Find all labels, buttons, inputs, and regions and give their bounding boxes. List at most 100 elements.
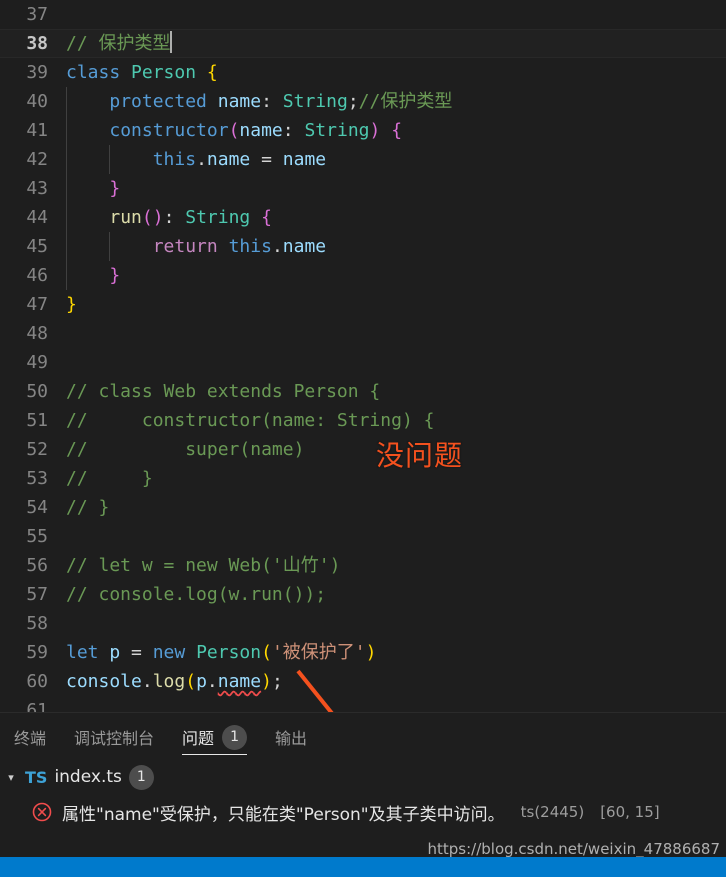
line-number: 57 <box>26 584 48 605</box>
code-token: ; <box>271 671 283 692</box>
problem-item[interactable]: 属性"name"受保护，只能在类"Person"及其子类中访问。 ts(2445… <box>0 793 726 831</box>
code-token: ( <box>185 671 197 692</box>
code-line[interactable]: 50 // class Web extends Person { <box>0 377 726 406</box>
code-line-content: run(): String { <box>66 203 272 232</box>
code-token: . <box>196 149 207 170</box>
problem-position: [60, 15] <box>600 803 660 821</box>
problems-file-row[interactable]: ▾ TS index.ts 1 <box>0 761 726 793</box>
line-number: 42 <box>26 149 48 170</box>
code-token: } <box>109 178 121 199</box>
line-number: 38 <box>26 33 48 54</box>
code-line-content: // super(name) <box>66 435 304 464</box>
code-line[interactable]: 54 // } <box>0 493 726 522</box>
code-token: //保护类型 <box>358 91 453 112</box>
code-line-content: constructor(name: String) { <box>66 116 402 145</box>
typescript-file-icon: TS <box>25 767 48 787</box>
panel-tab-label: 输出 <box>275 729 308 748</box>
code-line[interactable]: 38 // 保护类型 <box>0 29 726 58</box>
code-token: : <box>261 91 283 112</box>
code-line[interactable]: 49 <box>0 348 726 377</box>
code-line-content: this.name = name <box>66 145 326 174</box>
line-number: 61 <box>26 700 48 712</box>
code-token: ( <box>261 642 272 663</box>
line-number: 46 <box>26 265 48 286</box>
line-number: 56 <box>26 555 48 576</box>
code-token: } <box>66 294 77 315</box>
line-number: 53 <box>26 468 48 489</box>
code-line[interactable]: 48 <box>0 319 726 348</box>
code-line[interactable]: 56 // let w = new Web('山竹') <box>0 551 726 580</box>
code-token: { <box>391 120 403 141</box>
code-line[interactable]: 60 console.log(p.name); <box>0 667 726 696</box>
code-line-content: protected name: String;//保护类型 <box>66 87 452 116</box>
code-token: String <box>282 91 348 112</box>
code-token: name <box>282 236 327 257</box>
problem-message: 属性"name"受保护，只能在类"Person"及其子类中访问。 <box>62 804 505 825</box>
line-number: 52 <box>26 439 48 460</box>
code-line[interactable]: 61 <box>0 696 726 712</box>
chevron-down-icon[interactable]: ▾ <box>4 771 18 784</box>
code-token: name <box>282 149 327 170</box>
code-token: name <box>206 149 251 170</box>
panel-tab-bar: 终端 调试控制台 问题 1 输出 <box>0 713 726 761</box>
line-number: 51 <box>26 410 48 431</box>
code-token: : <box>282 120 305 141</box>
code-token: ; <box>347 91 359 112</box>
code-token: ) <box>261 671 272 692</box>
code-line[interactable]: 42 this.name = name <box>0 145 726 174</box>
code-token: this <box>152 149 197 170</box>
panel-tab-badge: 1 <box>222 724 248 750</box>
text-cursor <box>169 31 172 53</box>
code-line[interactable]: 37 <box>0 0 726 29</box>
code-line[interactable]: 46 } <box>0 261 726 290</box>
code-token: this <box>228 236 272 257</box>
line-number: 43 <box>26 178 48 199</box>
code-token: log <box>152 671 186 692</box>
code-line-content: let p = new Person('被保护了') <box>66 638 376 667</box>
panel-tab-1[interactable]: 调试控制台 <box>60 713 168 761</box>
code-line[interactable]: 52 // super(name) <box>0 435 726 464</box>
code-line[interactable]: 43 } <box>0 174 726 203</box>
code-token: class <box>66 62 121 83</box>
code-editor[interactable]: 37 38// 保护类型 39 class Person {40 protected … <box>0 0 726 712</box>
panel-tab-label: 终端 <box>14 729 47 748</box>
line-number: 49 <box>26 352 48 373</box>
code-token: { <box>261 207 272 228</box>
status-bar[interactable] <box>0 857 726 877</box>
code-line[interactable]: 57 // console.log(w.run()); <box>0 580 726 609</box>
code-line[interactable]: 53 // } <box>0 464 726 493</box>
code-token: // } <box>66 497 110 518</box>
code-line[interactable]: 45 return this.name <box>0 232 726 261</box>
code-line[interactable]: 41 constructor(name: String) { <box>0 116 726 145</box>
code-line-content: // } <box>66 464 153 493</box>
code-line[interactable]: 58 <box>0 609 726 638</box>
line-number: 39 <box>26 62 48 83</box>
panel-tab-label: 问题 <box>182 729 215 748</box>
panel-tab-3[interactable]: 输出 <box>261 713 321 761</box>
code-token: { <box>206 62 218 83</box>
code-line[interactable]: 51 // constructor(name: String) { <box>0 406 726 435</box>
code-line[interactable]: 47} <box>0 290 726 319</box>
panel-tab-0[interactable]: 终端 <box>0 713 60 761</box>
code-line-content: // let w = new Web('山竹') <box>66 551 340 580</box>
code-line[interactable]: 59 let p = new Person('被保护了') <box>0 638 726 667</box>
code-token: // super(name) <box>66 439 305 460</box>
panel-tab-2[interactable]: 问题 1 <box>168 713 261 761</box>
line-number: 59 <box>26 642 48 663</box>
code-token: = <box>120 642 153 663</box>
code-line[interactable]: 55 <box>0 522 726 551</box>
code-line[interactable]: 39 class Person { <box>0 58 726 87</box>
code-line[interactable]: 40 protected name: String;//保护类型 <box>0 87 726 116</box>
line-number: 40 <box>26 91 48 112</box>
code-line[interactable]: 44 run(): String { <box>0 203 726 232</box>
code-token: . <box>206 671 218 692</box>
